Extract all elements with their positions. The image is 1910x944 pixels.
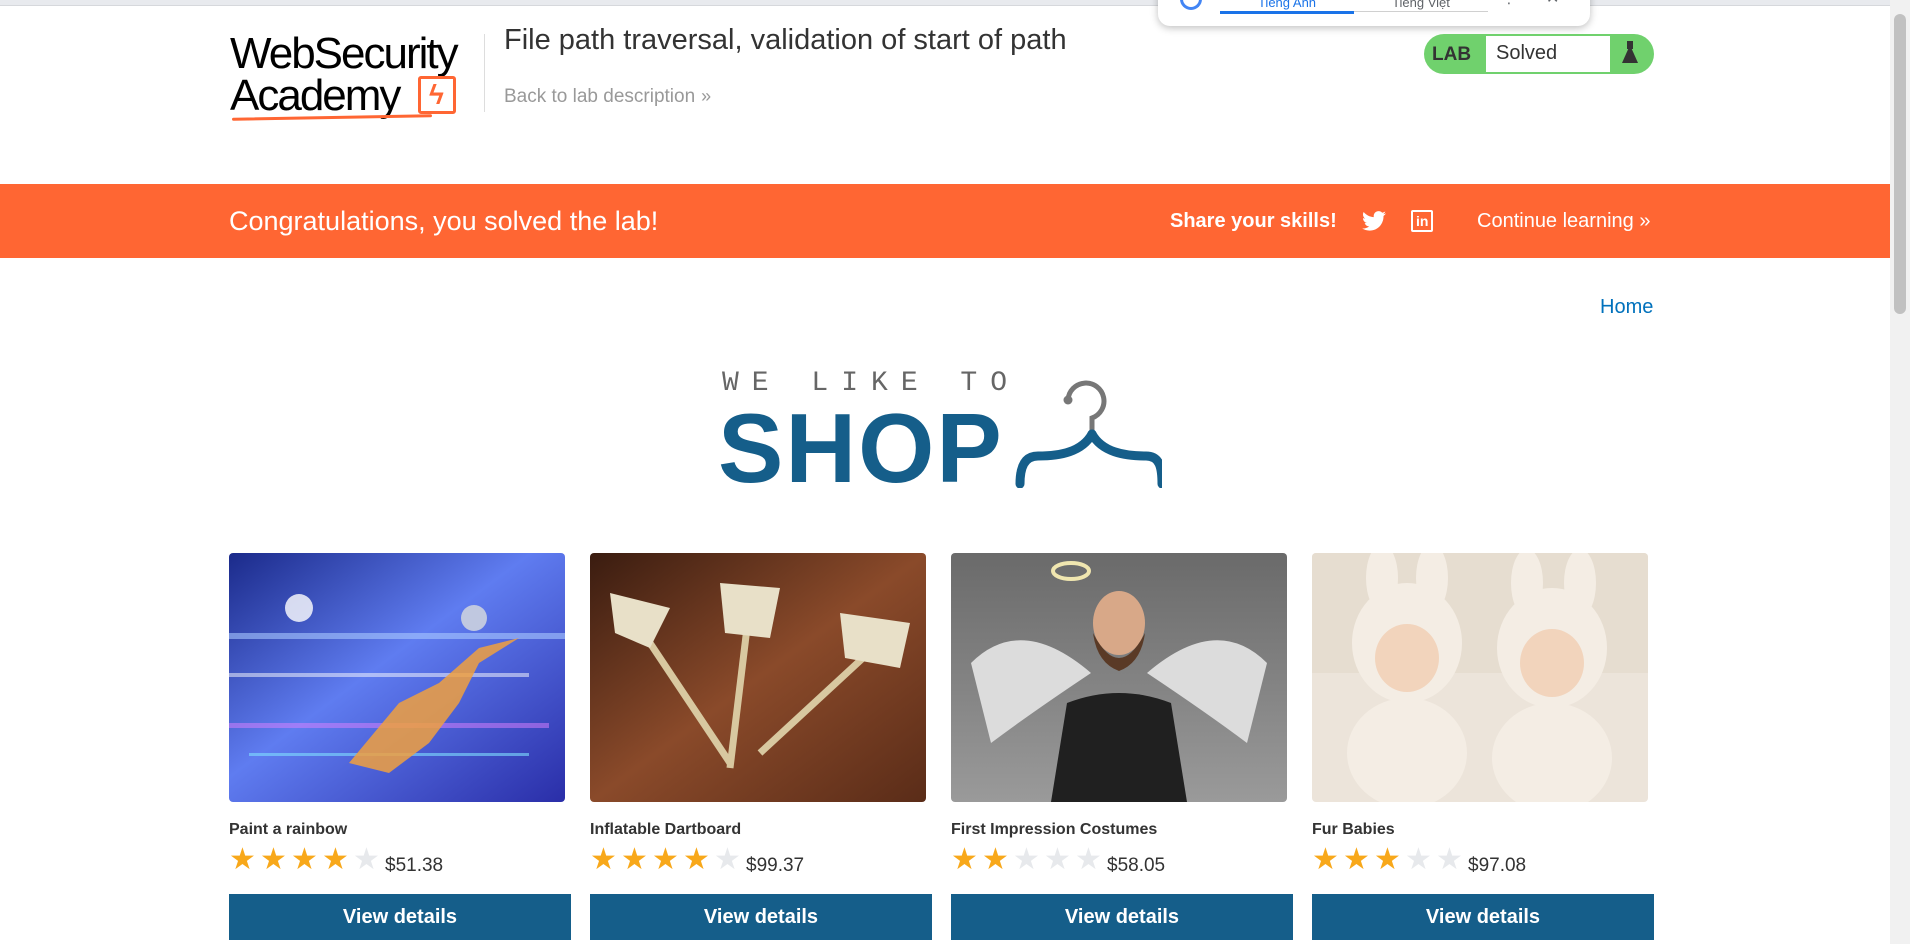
- hero-title: SHOP: [718, 393, 1004, 503]
- star-icon: ★: [1075, 843, 1102, 876]
- back-link-label: Back to lab description: [504, 86, 696, 107]
- translate-tab-source[interactable]: Tiếng Anh: [1220, 0, 1354, 14]
- logo-line-2: Academy: [230, 71, 401, 120]
- logo-bolt-icon: ϟ: [418, 76, 456, 114]
- translate-popup: Tiếng Anh Tiếng Việt ⋮ ✕: [1158, 0, 1590, 26]
- product-rating: ★ ★ ★ ★ ★: [229, 845, 384, 875]
- product-image[interactable]: [1312, 553, 1648, 802]
- view-details-button[interactable]: View details: [1312, 894, 1654, 940]
- star-icon: ★: [260, 843, 287, 876]
- google-translate-icon: [1180, 0, 1202, 10]
- star-icon: ★: [982, 843, 1009, 876]
- star-icon: ★: [322, 843, 349, 876]
- home-link[interactable]: Home: [1600, 296, 1653, 319]
- product-rating: ★ ★ ★ ★ ★: [590, 845, 745, 875]
- continue-learning-link[interactable]: Continue learning »: [1477, 210, 1650, 233]
- star-icon: ★: [291, 843, 318, 876]
- product-image[interactable]: [590, 553, 926, 802]
- product-rating: ★ ★ ★ ★ ★: [951, 845, 1106, 875]
- share-skills-label: Share your skills!: [1170, 210, 1337, 232]
- web-security-academy-logo[interactable]: WebSecurity Academy ϟ: [230, 30, 480, 122]
- lab-status-value: Solved: [1486, 36, 1610, 72]
- logo-line-1: WebSecurity: [230, 29, 459, 78]
- flask-icon: [1610, 36, 1650, 72]
- twitter-icon[interactable]: [1362, 210, 1386, 232]
- header-divider: [484, 34, 485, 112]
- star-icon: ★: [590, 843, 617, 876]
- product-price: $99.37: [746, 855, 805, 876]
- lab-title: File path traversal, validation of start…: [504, 24, 1067, 56]
- scrollbar-thumb[interactable]: [1894, 14, 1906, 314]
- star-icon: ★: [1374, 843, 1401, 876]
- more-options-icon[interactable]: ⋮: [1502, 0, 1516, 7]
- lab-status-widget: LAB Solved: [1424, 34, 1654, 74]
- product-rating: ★ ★ ★ ★ ★: [1312, 845, 1467, 875]
- product-price: $51.38: [385, 855, 444, 876]
- product-price: $97.08: [1468, 855, 1527, 876]
- star-icon: ★: [1405, 843, 1432, 876]
- back-to-lab-description-link[interactable]: Back to lab description»: [504, 86, 711, 108]
- product-name: First Impression Costumes: [951, 821, 1158, 838]
- star-icon: ★: [1044, 843, 1071, 876]
- star-icon: ★: [1312, 843, 1339, 876]
- view-details-button[interactable]: View details: [951, 894, 1293, 940]
- page-scrollbar[interactable]: [1890, 0, 1910, 944]
- close-icon[interactable]: ✕: [1546, 0, 1559, 8]
- product-image[interactable]: [229, 553, 565, 802]
- page: Tiếng Anh Tiếng Việt ⋮ ✕ WebSecurity Aca…: [0, 0, 1910, 944]
- star-icon: ★: [1436, 843, 1463, 876]
- lab-status-tag: LAB: [1432, 44, 1472, 65]
- solved-message: Congratulations, you solved the lab!: [229, 206, 659, 236]
- hanger-icon: [1015, 380, 1162, 488]
- star-icon: ★: [229, 843, 256, 876]
- view-details-button[interactable]: View details: [229, 894, 571, 940]
- star-icon: ★: [683, 843, 710, 876]
- view-details-button[interactable]: View details: [590, 894, 932, 940]
- star-icon: ★: [951, 843, 978, 876]
- product-name: Inflatable Dartboard: [590, 821, 742, 838]
- product-name: Paint a rainbow: [229, 821, 348, 838]
- star-icon: ★: [353, 843, 380, 876]
- product-price: $58.05: [1107, 855, 1166, 876]
- browser-top-edge: [0, 0, 1890, 6]
- product-name: Fur Babies: [1312, 821, 1395, 838]
- solved-banner: Congratulations, you solved the lab! Sha…: [0, 184, 1890, 258]
- star-icon: ★: [1013, 843, 1040, 876]
- chevron-right-icon: »: [701, 86, 712, 106]
- star-icon: ★: [714, 843, 741, 876]
- star-icon: ★: [621, 843, 648, 876]
- star-icon: ★: [1343, 843, 1370, 876]
- linkedin-icon[interactable]: in: [1411, 210, 1433, 232]
- translate-tab-target[interactable]: Tiếng Việt: [1354, 0, 1488, 12]
- product-image[interactable]: [951, 553, 1287, 802]
- star-icon: ★: [652, 843, 679, 876]
